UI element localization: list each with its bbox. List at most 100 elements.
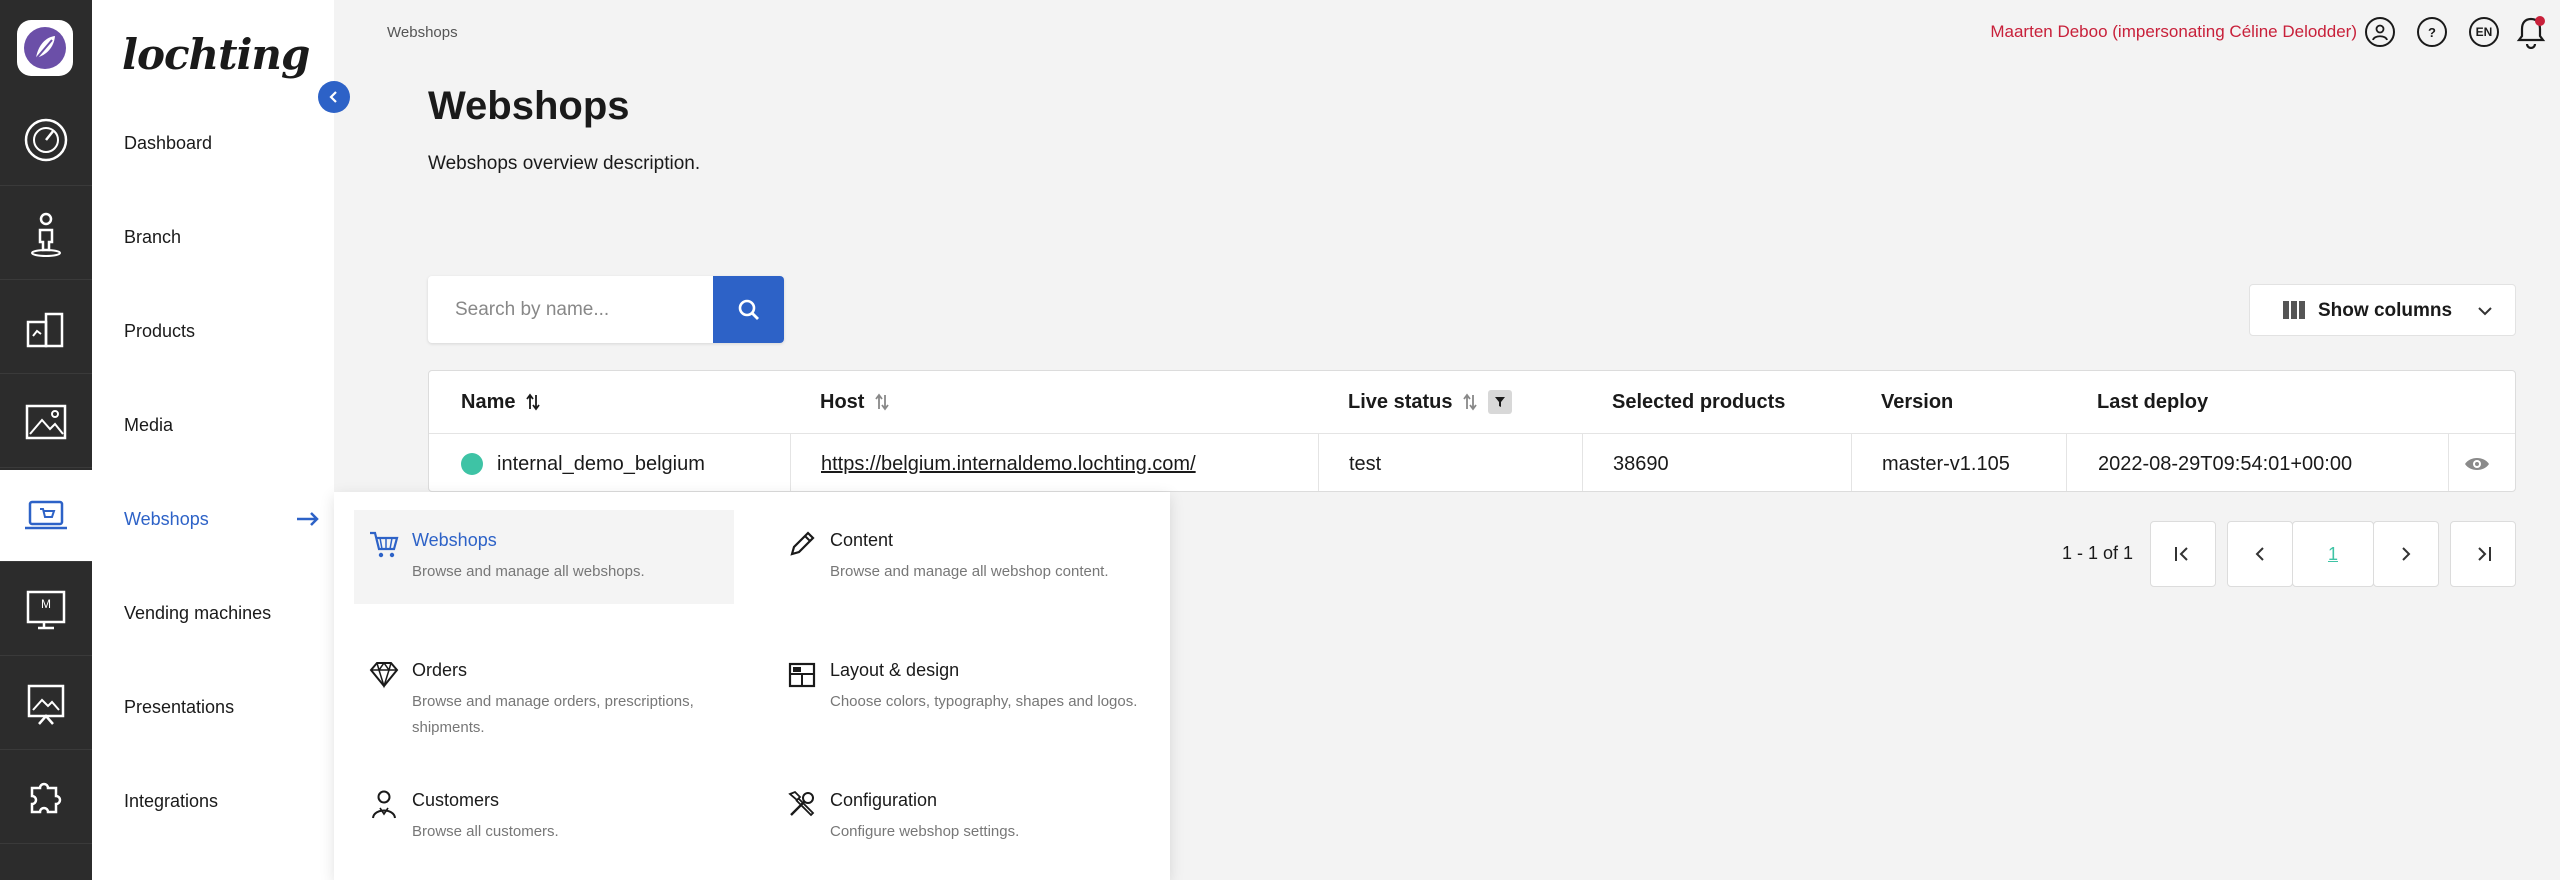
diamond-icon — [369, 661, 399, 689]
tools-icon — [788, 790, 815, 817]
column-header-host-label: Host — [820, 390, 865, 413]
leaf-logo-icon — [24, 27, 66, 69]
presentation-icon — [27, 684, 65, 725]
nav-item-dashboard[interactable]: Dashboard — [124, 133, 212, 154]
submenu-item-configuration[interactable]: Configuration Configure webshop settings… — [772, 770, 1152, 864]
rail-vending[interactable]: M — [0, 564, 92, 656]
submenu-item-content[interactable]: Content Browse and manage all webshop co… — [772, 510, 1152, 604]
cell-host: https://belgium.internaldemo.lochting.co… — [821, 434, 1196, 491]
columns-icon — [2283, 301, 2305, 319]
nav-item-products[interactable]: Products — [124, 321, 195, 342]
next-page-button[interactable] — [2373, 521, 2439, 587]
arrow-right-icon — [297, 512, 319, 526]
search-button[interactable] — [713, 276, 784, 343]
column-header-live-status-label: Live status — [1348, 390, 1453, 413]
speedometer-icon — [24, 118, 68, 161]
submenu-item-orders[interactable]: Orders Browse and manage orders, prescri… — [354, 640, 734, 750]
column-header-version: Version — [1881, 390, 1954, 413]
submenu-title: Content — [830, 530, 894, 550]
submenu-description: Browse and manage orders, prescriptions,… — [412, 693, 694, 736]
help-icon[interactable]: ? — [2417, 17, 2447, 47]
notifications-bell-icon[interactable] — [2516, 15, 2546, 50]
main-nav: lochting Dashboard Branch Products Media… — [92, 0, 334, 880]
first-page-icon — [2175, 547, 2188, 561]
products-icon — [26, 312, 64, 347]
first-page-button[interactable] — [2150, 521, 2216, 587]
column-header-name[interactable]: Name — [461, 371, 541, 433]
chevron-left-icon — [2255, 547, 2264, 561]
nav-item-media[interactable]: Media — [124, 415, 173, 436]
cell-version: master-v1.105 — [1882, 452, 2010, 475]
column-header-name-label: Name — [461, 390, 516, 413]
sort-icon — [1463, 393, 1478, 411]
nav-item-webshops[interactable]: Webshops — [124, 509, 209, 530]
webshops-table: Name Host Live status Selected products … — [428, 370, 2516, 492]
rail-products[interactable] — [0, 282, 92, 374]
column-header-live-status[interactable]: Live status — [1348, 371, 1513, 433]
app-logo[interactable] — [17, 20, 73, 76]
search-box — [428, 276, 784, 343]
collapse-nav-button[interactable] — [318, 81, 350, 113]
webshop-name: internal_demo_belgium — [497, 452, 705, 475]
submenu-title: Webshops — [412, 530, 497, 550]
rail-integrations[interactable] — [0, 752, 92, 844]
webshops-submenu: Webshops Browse and manage all webshops.… — [334, 492, 1170, 880]
rail-branch[interactable] — [0, 188, 92, 280]
image-icon — [25, 404, 67, 439]
column-header-last-deploy: Last deploy — [2097, 390, 2209, 413]
submenu-item-customers[interactable]: Customers Browse all customers. — [354, 770, 734, 864]
layout-icon — [788, 662, 816, 688]
cell-live-status: test — [1349, 452, 1382, 475]
shopping-cart-icon — [370, 531, 399, 558]
search-input[interactable] — [428, 276, 713, 343]
user-impersonation-label[interactable]: Maarten Deboo (impersonating Céline Delo… — [1990, 22, 2357, 42]
vending-machine-icon: M — [26, 590, 66, 629]
nav-item-vending-machines[interactable]: Vending machines — [124, 603, 271, 624]
view-row-button[interactable] — [2464, 434, 2490, 491]
breadcrumb[interactable]: Webshops — [387, 24, 458, 41]
user-icon[interactable] — [2365, 17, 2395, 47]
page-description: Webshops overview description. — [428, 153, 701, 174]
submenu-item-webshops[interactable]: Webshops Browse and manage all webshops. — [354, 510, 734, 604]
rail-media[interactable] — [0, 376, 92, 468]
filter-icon — [1495, 397, 1506, 407]
nav-item-integrations[interactable]: Integrations — [124, 791, 218, 812]
submenu-title: Layout & design — [830, 660, 960, 680]
chevron-left-icon — [329, 91, 337, 103]
cell-last-deploy: 2022-08-29T09:54:01+00:00 — [2098, 452, 2353, 475]
column-header-host[interactable]: Host — [820, 371, 890, 433]
submenu-description: Choose colors, typography, shapes and lo… — [830, 693, 1138, 710]
rail-presentations[interactable] — [0, 658, 92, 750]
submenu-title: Customers — [412, 790, 500, 810]
status-dot — [461, 453, 483, 475]
show-columns-button[interactable]: Show columns — [2249, 284, 2516, 336]
page-title: Webshops — [428, 84, 630, 128]
last-page-icon — [2478, 547, 2491, 561]
rail-webshops[interactable] — [0, 470, 92, 562]
host-link[interactable]: https://belgium.internaldemo.lochting.co… — [821, 453, 1196, 476]
sort-icon — [526, 393, 541, 411]
last-page-button[interactable] — [2450, 521, 2516, 587]
submenu-item-layout-design[interactable]: Layout & design Choose colors, typograph… — [772, 640, 1152, 750]
page-number-button[interactable]: 1 — [2292, 521, 2374, 587]
live-status-filter-button[interactable] — [1488, 390, 1513, 414]
nav-item-branch[interactable]: Branch — [124, 227, 181, 248]
language-switch[interactable]: EN — [2469, 17, 2499, 47]
submenu-description: Browse all customers. — [412, 823, 559, 840]
sort-icon — [875, 393, 890, 411]
chevron-down-icon — [2478, 307, 2492, 316]
svg-text:M: M — [41, 597, 51, 611]
laptop-cart-icon — [25, 500, 67, 529]
submenu-title: Orders — [412, 660, 468, 680]
eye-icon — [2465, 458, 2489, 470]
previous-page-button[interactable] — [2227, 521, 2293, 587]
rail-dashboard[interactable] — [0, 94, 92, 186]
chevron-right-icon — [2402, 547, 2411, 561]
table-row[interactable]: internal_demo_belgium https://belgium.in… — [429, 433, 2515, 491]
submenu-description: Browse and manage all webshops. — [412, 563, 645, 580]
cell-name: internal_demo_belgium — [461, 434, 705, 491]
user-avatar-icon — [2372, 24, 2388, 41]
pencil-icon — [790, 531, 815, 556]
submenu-description: Browse and manage all webshop content. — [830, 563, 1109, 580]
nav-item-presentations[interactable]: Presentations — [124, 697, 234, 718]
